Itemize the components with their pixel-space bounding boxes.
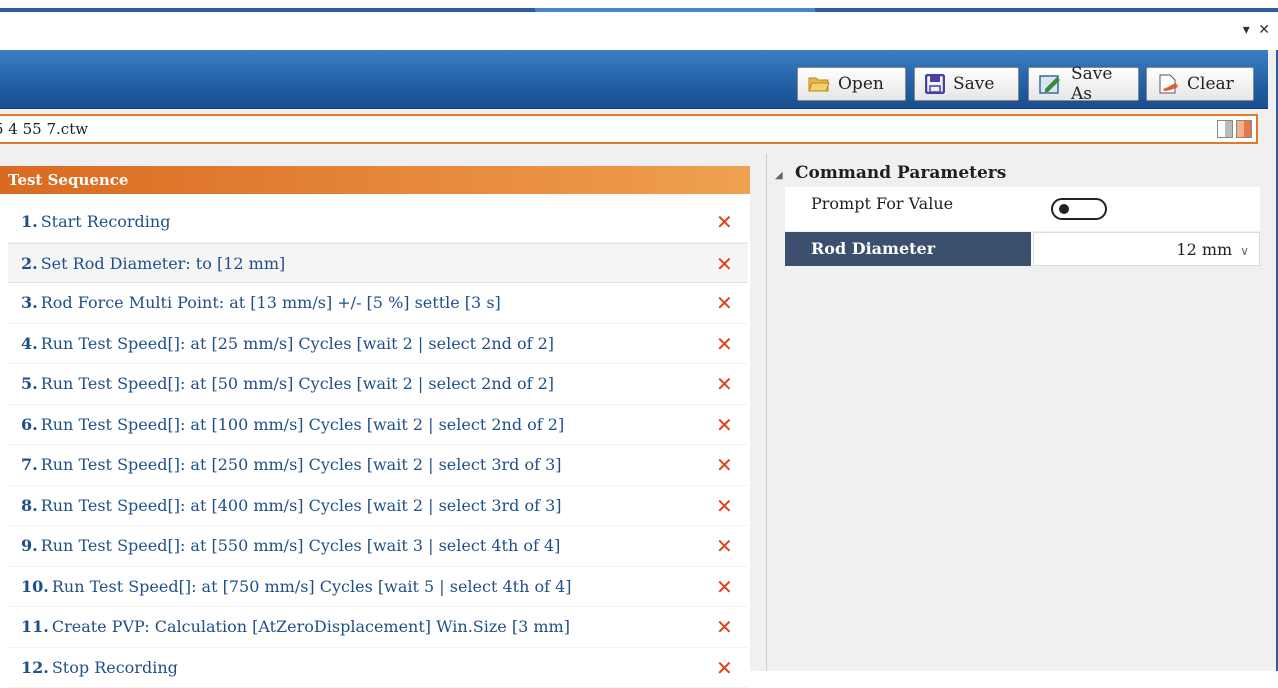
file-name: 5 4 55 7.ctw — [0, 120, 88, 138]
rod-diameter-row: Rod Diameter 12 mm ∨ — [785, 232, 1260, 266]
folder-icon — [808, 75, 830, 93]
sequence-item-text: Rod Force Multi Point: at [13 mm/s] +/- … — [41, 293, 501, 312]
sequence-item-number: 6. — [21, 415, 38, 434]
command-parameters-header[interactable]: ◢ Command Parameters — [767, 161, 1260, 185]
delete-icon[interactable]: ✕ — [716, 567, 733, 607]
sequence-item-number: 12. — [21, 658, 49, 677]
delete-icon[interactable]: ✕ — [716, 364, 733, 404]
layout-single-icon[interactable] — [1217, 120, 1233, 138]
clear-label: Clear — [1187, 74, 1234, 94]
prompt-for-value-row: Prompt For Value — [785, 187, 1260, 231]
floppy-disk-icon — [925, 74, 945, 94]
sequence-item-number: 4. — [21, 334, 38, 353]
sequence-item[interactable]: 4.Run Test Speed[]: at [25 mm/s] Cycles … — [8, 324, 748, 365]
sequence-item-text: Stop Recording — [52, 658, 178, 677]
test-sequence-header: Test Sequence — [0, 166, 750, 194]
sequence-item-text: Run Test Speed[]: at [100 mm/s] Cycles [… — [41, 415, 565, 434]
save-as-label: Save As — [1071, 64, 1128, 104]
sequence-item-text: Run Test Speed[]: at [400 mm/s] Cycles [… — [41, 496, 562, 515]
sequence-item[interactable]: 9.Run Test Speed[]: at [550 mm/s] Cycles… — [8, 526, 748, 567]
sequence-item-number: 8. — [21, 496, 38, 515]
toolbar: Open Save Save As Clear — [0, 50, 1268, 109]
prompt-for-value-cell — [1033, 187, 1260, 231]
toggle-knob — [1059, 204, 1069, 214]
delete-icon[interactable]: ✕ — [716, 486, 733, 526]
window-menu-icon[interactable]: ▾ — [1243, 22, 1250, 38]
window-top-highlight — [535, 8, 815, 12]
delete-icon[interactable]: ✕ — [716, 607, 733, 647]
sequence-item-text: Run Test Speed[]: at [50 mm/s] Cycles [w… — [41, 374, 554, 393]
collapse-triangle-icon[interactable]: ◢ — [775, 164, 789, 188]
sequence-item[interactable]: 1.Start Recording ✕ — [8, 202, 748, 243]
clear-document-icon — [1157, 73, 1179, 95]
sequence-item-text: Set Rod Diameter: to [12 mm] — [41, 254, 286, 273]
delete-icon[interactable]: ✕ — [716, 405, 733, 445]
delete-icon[interactable]: ✕ — [716, 244, 733, 284]
window-top-border — [0, 8, 1278, 12]
sequence-item-number: 7. — [21, 455, 38, 474]
rod-diameter-cell: 12 mm ∨ — [1033, 232, 1260, 266]
sequence-item[interactable]: 12.Stop Recording ✕ — [8, 648, 748, 688]
sequence-item-number: 9. — [21, 536, 38, 555]
sequence-item[interactable]: 10.Run Test Speed[]: at [750 mm/s] Cycle… — [8, 567, 748, 608]
delete-icon[interactable]: ✕ — [716, 445, 733, 485]
sequence-item-text: Run Test Speed[]: at [250 mm/s] Cycles [… — [41, 455, 562, 474]
layout-split-icon[interactable] — [1236, 120, 1252, 138]
delete-icon[interactable]: ✕ — [716, 202, 733, 242]
delete-icon[interactable]: ✕ — [716, 324, 733, 364]
prompt-for-value-label: Prompt For Value — [785, 187, 1031, 231]
sequence-item-text: Run Test Speed[]: at [25 mm/s] Cycles [w… — [41, 334, 554, 353]
rod-diameter-value: 12 mm — [1176, 240, 1232, 259]
test-sequence-panel: Test Sequence 1.Start Recording✕2.Set Ro… — [0, 166, 750, 671]
sequence-item-text: Start Recording — [41, 212, 171, 231]
save-as-icon — [1039, 73, 1063, 95]
save-as-button[interactable]: Save As — [1028, 67, 1139, 101]
delete-icon[interactable]: ✕ — [716, 526, 733, 566]
sequence-item[interactable]: 5.Run Test Speed[]: at [50 mm/s] Cycles … — [8, 364, 748, 405]
sequence-item[interactable]: 7.Run Test Speed[]: at [250 mm/s] Cycles… — [8, 445, 748, 486]
sequence-item[interactable]: 3.Rod Force Multi Point: at [13 mm/s] +/… — [8, 283, 748, 324]
sequence-item-number: 1. — [21, 212, 38, 231]
sequence-item[interactable]: 11.Create PVP: Calculation [AtZeroDispla… — [8, 607, 748, 648]
sequence-item-number: 2. — [21, 254, 38, 273]
command-parameters-title: Command Parameters — [795, 163, 1006, 183]
command-parameters-panel: ◢ Command Parameters Prompt For Value Rod… — [766, 154, 1260, 671]
sequence-item-text: Run Test Speed[]: at [550 mm/s] Cycles [… — [41, 536, 561, 555]
open-label: Open — [838, 74, 884, 94]
chevron-down-icon: ∨ — [1240, 244, 1249, 258]
sequence-item-text: Run Test Speed[]: at [750 mm/s] Cycles [… — [52, 577, 572, 596]
sequence-list: 1.Start Recording✕2.Set Rod Diameter: to… — [8, 202, 748, 688]
layout-toggle — [1217, 120, 1252, 138]
sequence-item-number: 10. — [21, 577, 49, 596]
sequence-item[interactable]: 8.Run Test Speed[]: at [400 mm/s] Cycles… — [8, 486, 748, 527]
file-path-bar[interactable]: 5 4 55 7.ctw — [0, 114, 1258, 144]
prompt-for-value-toggle[interactable] — [1051, 198, 1107, 220]
sequence-item[interactable]: 2.Set Rod Diameter: to [12 mm] ✕ — [8, 243, 748, 284]
close-icon[interactable]: ✕ — [1258, 22, 1270, 38]
delete-icon[interactable]: ✕ — [716, 283, 733, 323]
open-button[interactable]: Open — [797, 67, 906, 101]
sequence-item-number: 5. — [21, 374, 38, 393]
sequence-item-text: Create PVP: Calculation [AtZeroDisplacem… — [52, 617, 570, 636]
rod-diameter-select[interactable]: 12 mm ∨ — [1176, 233, 1249, 268]
clear-button[interactable]: Clear — [1146, 67, 1254, 101]
delete-icon[interactable]: ✕ — [716, 648, 733, 688]
sequence-item[interactable]: 6.Run Test Speed[]: at [100 mm/s] Cycles… — [8, 405, 748, 446]
sequence-item-number: 3. — [21, 293, 38, 312]
sequence-item-number: 11. — [21, 617, 49, 636]
editor-frame: Open Save Save As Clear 5 4 55 — [0, 50, 1278, 671]
window-controls: ▾ ✕ — [1239, 22, 1270, 38]
save-button[interactable]: Save — [914, 67, 1019, 101]
save-label: Save — [953, 74, 994, 94]
rod-diameter-label: Rod Diameter — [785, 232, 1031, 266]
